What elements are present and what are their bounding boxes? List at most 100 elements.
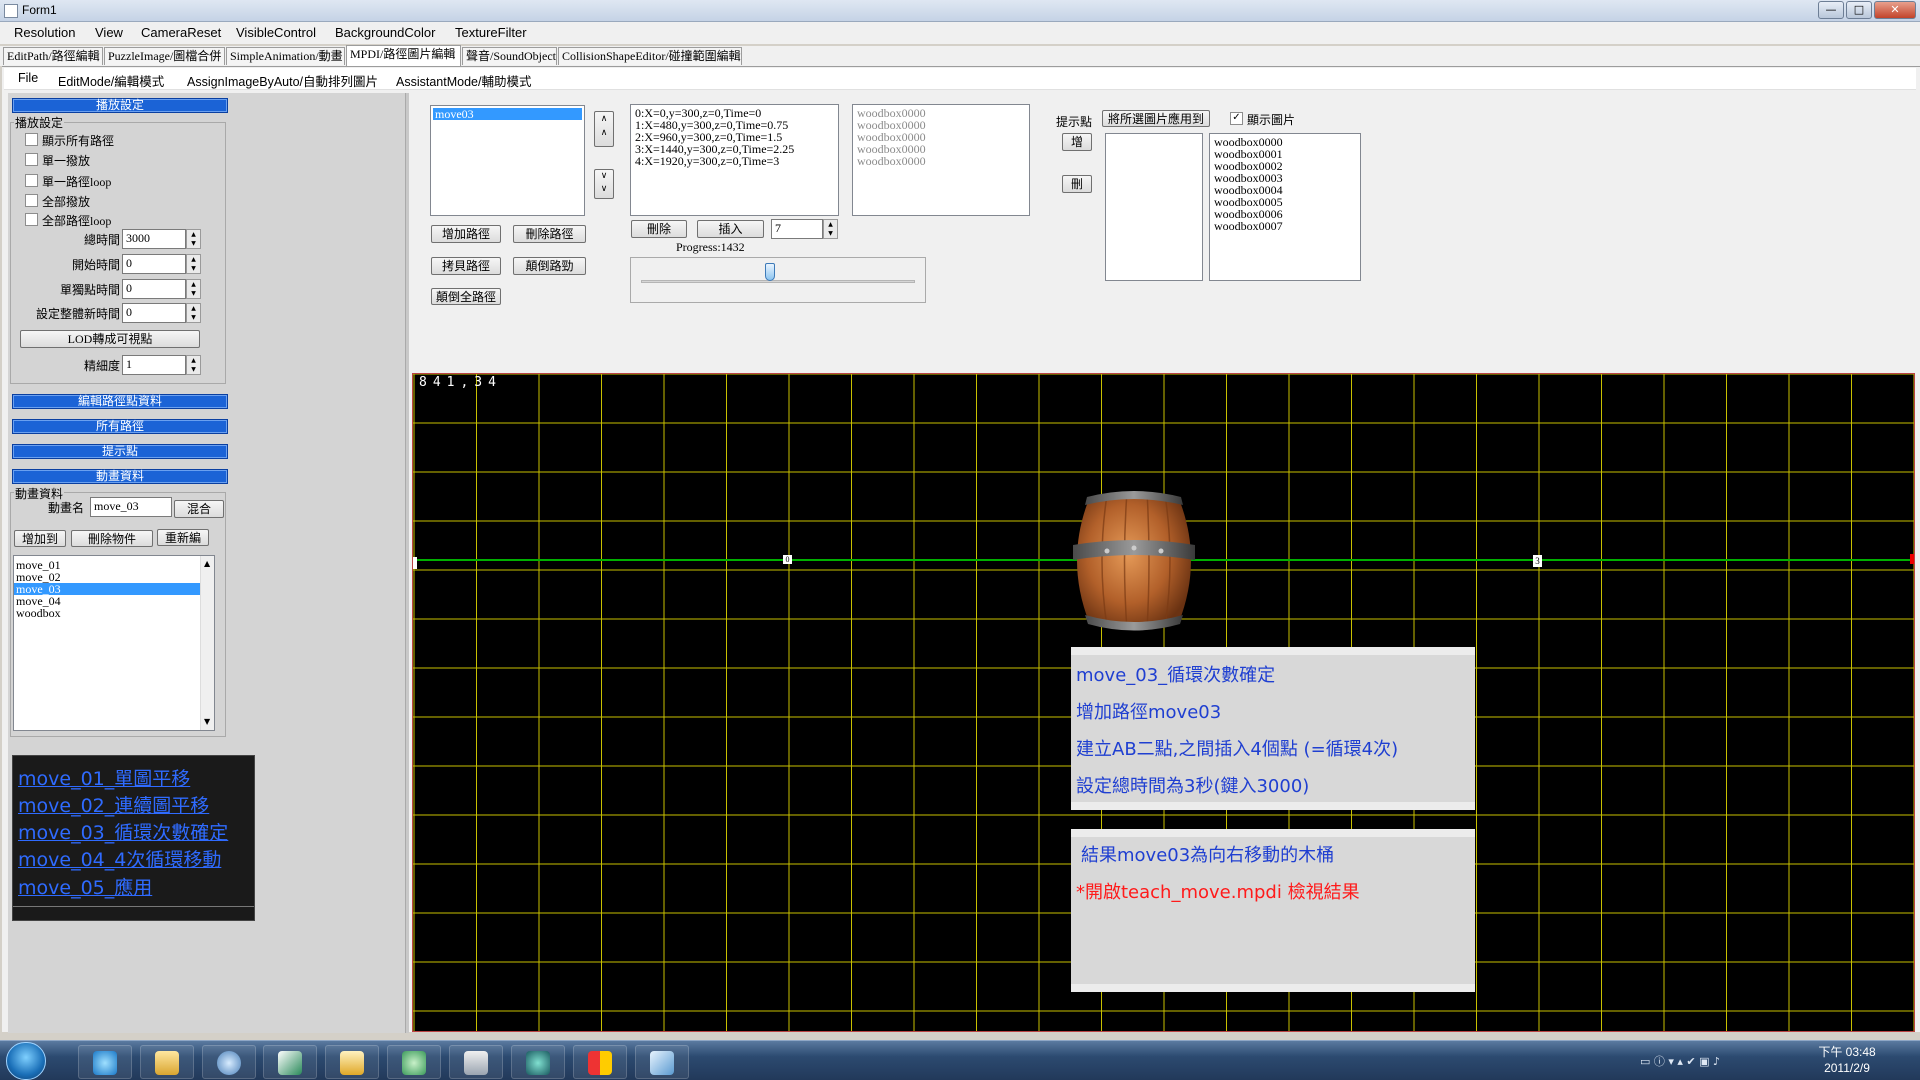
- copy-path-button[interactable]: 拷貝路徑: [431, 257, 501, 275]
- path-end-marker[interactable]: [1910, 554, 1914, 564]
- panel-splitter[interactable]: [405, 93, 409, 1033]
- close-button[interactable]: ✕: [1874, 1, 1916, 19]
- taskbar-office-icon[interactable]: [573, 1045, 627, 1079]
- lod-convert-button[interactable]: LOD轉成可視點: [20, 330, 200, 348]
- start-time-spinner[interactable]: ▲ ▼: [186, 254, 201, 274]
- image-list[interactable]: woodbox0000 woodbox0001 woodbox0002 woodbox…: [1209, 133, 1361, 281]
- note-line: 增加路徑move03: [1076, 702, 1222, 723]
- taskbar-explorer-icon[interactable]: [325, 1045, 379, 1079]
- hint-points-bar[interactable]: 提示點: [12, 444, 228, 459]
- all-paths-bar[interactable]: 所有路徑: [12, 419, 228, 434]
- precision-input[interactable]: 1: [122, 355, 186, 375]
- animation-list-scrollbar[interactable]: ▲ ▼: [200, 556, 214, 730]
- point-image-item[interactable]: woodbox0000: [855, 155, 1027, 167]
- set-overall-time-input[interactable]: 0: [122, 303, 186, 323]
- submenu-edit-mode[interactable]: EditMode/編輯模式: [58, 71, 164, 90]
- tab-simple-animation[interactable]: SimpleAnimation/動畫: [226, 47, 345, 65]
- tab-collision-shape-editor[interactable]: CollisionShapeEditor/碰撞範圍編輯: [558, 47, 742, 65]
- show-image-checkbox[interactable]: ✓: [1230, 112, 1243, 125]
- animation-list-item[interactable]: woodbox: [14, 607, 214, 619]
- add-path-button[interactable]: 增加路徑: [431, 225, 501, 243]
- menu-texture-filter[interactable]: TextureFilter: [455, 25, 527, 40]
- add-hint-point-button[interactable]: 增: [1062, 133, 1092, 151]
- maximize-button[interactable]: □: [1846, 1, 1872, 19]
- point-images-list[interactable]: woodbox0000 woodbox0000 woodbox0000 woodbox…: [852, 104, 1030, 216]
- reverse-all-paths-button[interactable]: 顛倒全路徑: [431, 288, 501, 305]
- delete-object-button[interactable]: 刪除物件: [71, 530, 153, 547]
- insert-point-button[interactable]: 插入: [697, 220, 764, 238]
- delete-hint-point-button[interactable]: 刪: [1062, 175, 1092, 193]
- delete-point-button[interactable]: 刪除: [631, 220, 687, 238]
- all-paths-loop-checkbox[interactable]: [25, 213, 38, 226]
- single-path-loop-checkbox[interactable]: [25, 174, 38, 187]
- move-path-down-button[interactable]: ∨ ∨: [594, 169, 614, 199]
- scroll-up-icon[interactable]: ▲: [204, 558, 210, 570]
- taskbar-browser-icon[interactable]: [78, 1045, 132, 1079]
- delete-path-button[interactable]: 刪除路徑: [513, 225, 586, 243]
- apply-selected-images-button[interactable]: 將所選圖片應用到: [1102, 110, 1210, 127]
- playback-settings-bar[interactable]: 播放設定: [12, 98, 228, 113]
- tab-mpdi[interactable]: MPDI/路徑圖片編輯: [346, 45, 461, 66]
- tab-puzzle-image[interactable]: PuzzleImage/圖檔合併: [104, 47, 225, 65]
- taskbar-people-icon[interactable]: [387, 1045, 441, 1079]
- mix-button[interactable]: 混合: [174, 500, 224, 518]
- path-point-marker[interactable]: 0: [783, 555, 792, 564]
- single-play-checkbox[interactable]: [25, 153, 38, 166]
- single-point-time-spinner[interactable]: ▲ ▼: [186, 279, 201, 299]
- total-time-spinner[interactable]: ▲ ▼: [186, 229, 201, 249]
- taskbar-globe-icon[interactable]: [202, 1045, 256, 1079]
- submenu-file[interactable]: File: [18, 71, 38, 85]
- taskbar-calculator-icon[interactable]: [449, 1045, 503, 1079]
- menu-view[interactable]: View: [95, 25, 123, 40]
- precision-spinner[interactable]: ▲ ▼: [186, 355, 201, 375]
- hint-points-list[interactable]: [1105, 133, 1203, 281]
- insert-count-input[interactable]: 7: [771, 219, 823, 239]
- edit-path-point-data-bar[interactable]: 編輯路徑點資料: [12, 394, 228, 409]
- menu-background-color[interactable]: BackgroundColor: [335, 25, 435, 40]
- total-time-input[interactable]: 3000: [122, 229, 186, 249]
- system-tray-icons[interactable]: ▭ ⓘ ▾ ▴ ✔ ▣ ♪: [1640, 1053, 1800, 1069]
- barrel-sprite[interactable]: [1067, 487, 1201, 634]
- image-list-item[interactable]: woodbox0007: [1212, 220, 1358, 232]
- path-points-list[interactable]: 0:X=0,y=300,z=0,Time=0 1:X=480,y=300,z=0,…: [630, 104, 839, 216]
- single-play-label: 單一撥放: [42, 154, 91, 168]
- progress-slider[interactable]: [630, 257, 926, 303]
- playback-settings-group-title: 播放設定: [14, 114, 65, 131]
- animation-name-input[interactable]: move_03: [90, 497, 172, 517]
- taskbar-app-icon[interactable]: [511, 1045, 565, 1079]
- set-overall-time-spinner[interactable]: ▲ ▼: [186, 303, 201, 323]
- tab-edit-path[interactable]: EditPath/路徑編輯: [3, 47, 103, 65]
- menu-camera-reset[interactable]: CameraReset: [141, 25, 221, 40]
- path-point-marker[interactable]: [413, 557, 417, 569]
- taskbar-feather-icon[interactable]: [263, 1045, 317, 1079]
- path-point-item[interactable]: 4:X=1920,y=300,z=0,Time=3: [633, 155, 836, 167]
- taskbar-clock[interactable]: 下午 03:48 2011/2/9: [1812, 1044, 1882, 1076]
- taskbar-folder-icon[interactable]: [140, 1045, 194, 1079]
- animation-list[interactable]: move_01 move_02 move_03 move_04 woodbox ▲ ▼: [13, 555, 215, 731]
- path-list-item[interactable]: move03: [433, 108, 582, 120]
- play-all-checkbox[interactable]: [25, 194, 38, 207]
- tab-sound-object[interactable]: 聲音/SoundObject: [462, 47, 557, 65]
- show-all-paths-checkbox[interactable]: [25, 133, 38, 146]
- single-point-time-input[interactable]: 0: [122, 279, 186, 299]
- start-button-icon[interactable]: [6, 1042, 46, 1080]
- minimize-button[interactable]: —: [1818, 1, 1844, 19]
- path-point-marker[interactable]: 3: [1533, 555, 1542, 567]
- add-to-button[interactable]: 增加到: [14, 530, 66, 547]
- submenu-assistant-mode[interactable]: AssistantMode/輔助模式: [396, 71, 531, 90]
- render-canvas[interactable]: 841,34 0 3 move_03_循環次數確定 增加路徑move03 建立A…: [412, 373, 1915, 1032]
- reverse-path-button[interactable]: 顛倒路勁: [513, 257, 586, 275]
- submenu-assign-image-by-auto[interactable]: AssignImageByAuto/自動排列圖片: [187, 71, 378, 90]
- start-time-input[interactable]: 0: [122, 254, 186, 274]
- animation-data-bar[interactable]: 動畫資料: [12, 469, 228, 484]
- re-edit-button[interactable]: 重新編: [157, 529, 209, 546]
- menu-resolution[interactable]: Resolution: [14, 25, 75, 40]
- move-path-up-button[interactable]: ∧ ∧: [594, 111, 614, 147]
- slider-thumb[interactable]: [764, 263, 775, 281]
- path-list[interactable]: move03: [430, 105, 585, 216]
- scroll-down-icon[interactable]: ▼: [204, 716, 210, 728]
- application-window: Form1 — □ ✕ Resolution View CameraReset …: [0, 0, 1920, 1080]
- taskbar-notepad-icon[interactable]: [635, 1045, 689, 1079]
- insert-count-spinner[interactable]: ▲ ▼: [823, 219, 838, 239]
- menu-visible-control[interactable]: VisibleControl: [236, 25, 316, 40]
